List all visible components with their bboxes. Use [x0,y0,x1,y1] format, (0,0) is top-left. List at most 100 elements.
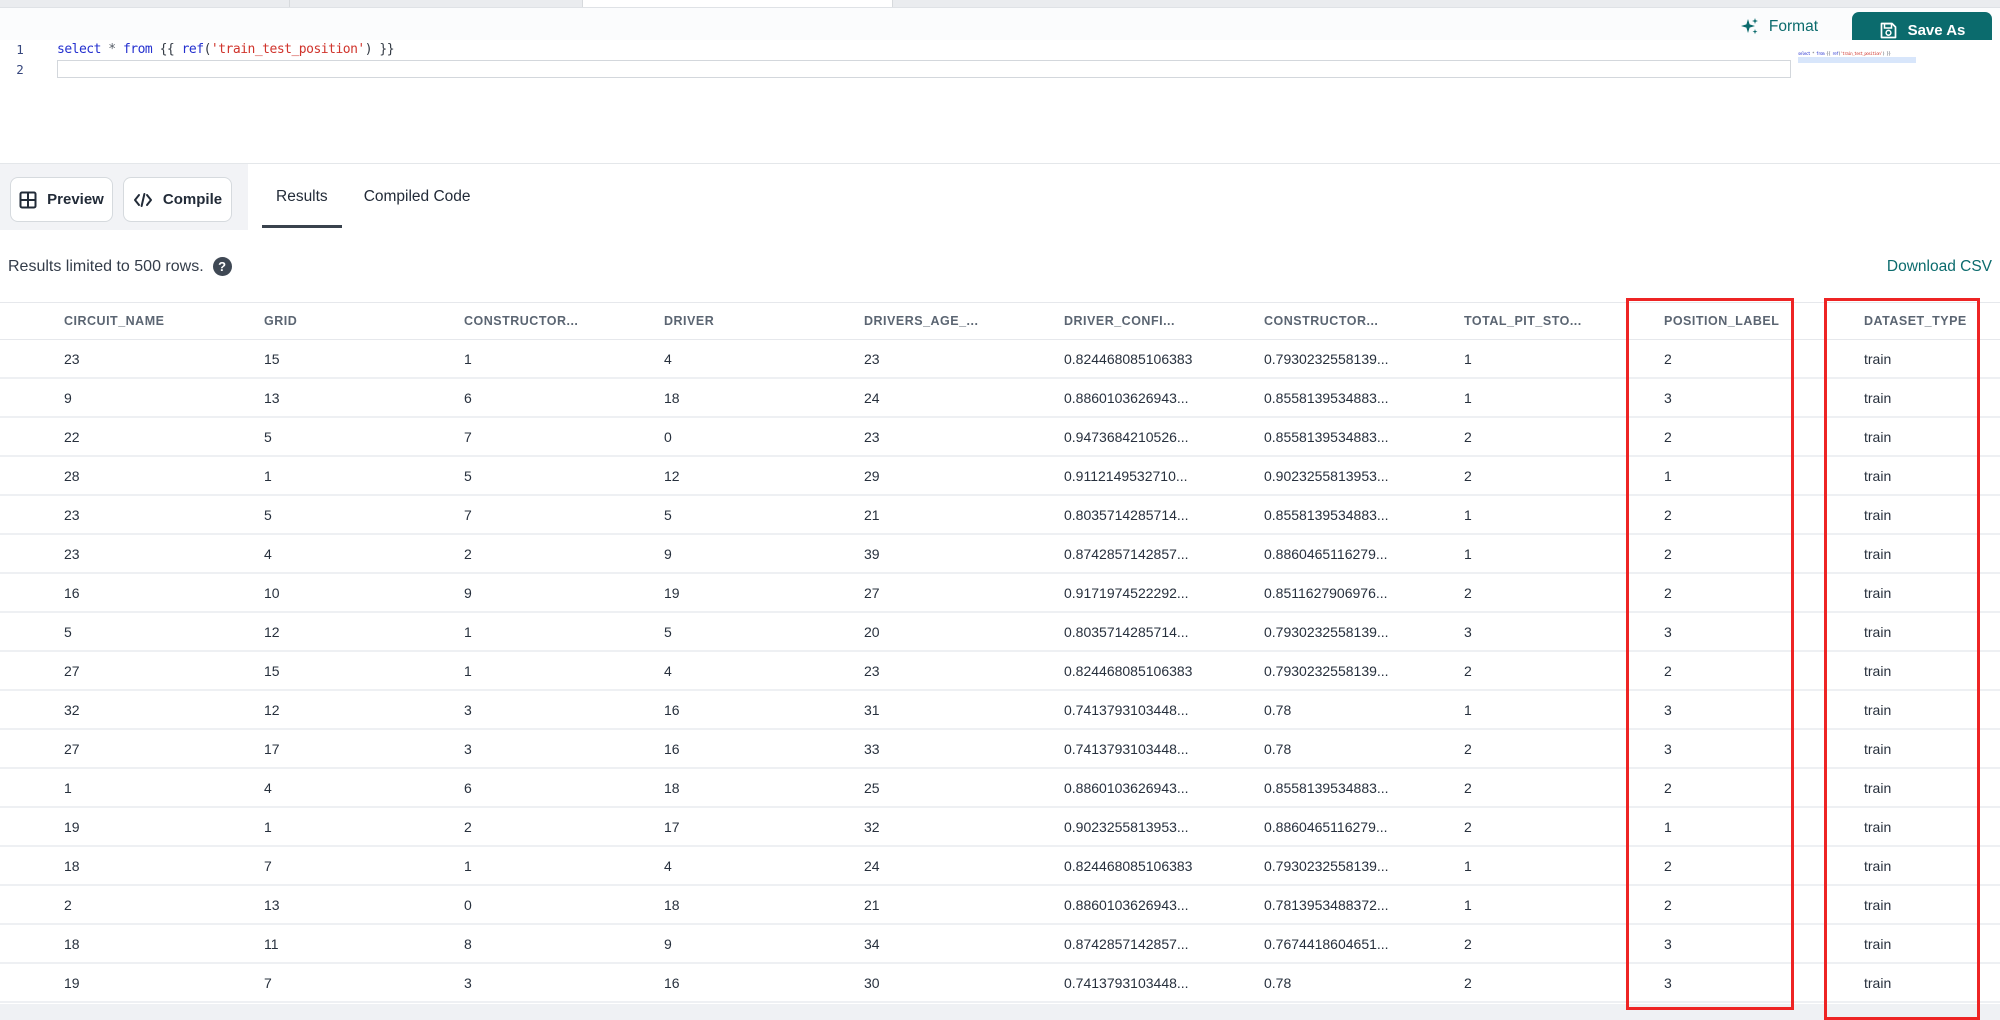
table-cell: 3 [1664,935,1672,952]
table-cell: 13 [264,896,280,913]
table-row: 5 12 1 5 20 0.8035714285714... 0.7930232558139… [0,613,2000,652]
table-cell: 39 [864,545,880,562]
table-body: 23 15 1 4 23 0.824468085106383 0.7930232558139… [0,340,2000,1003]
table-cell: train [1864,779,1892,796]
table-cell: 4 [664,350,672,367]
minimap-viewport[interactable] [1798,57,1916,63]
table-cell: 27 [64,662,80,679]
table-cell: 1 [1464,701,1472,718]
results-tabs: Results Compiled Code [262,164,485,230]
preview-button[interactable]: Preview [10,177,113,222]
table-cell: 23 [864,662,880,679]
table-cell: 0.824468085106383 [1064,857,1193,874]
table-cell: train [1864,818,1892,835]
table-cell: 0.7930232558139... [1264,857,1389,874]
table-cell: 2 [1664,350,1672,367]
column-header: GRID [264,314,298,328]
table-cell: 12 [264,623,280,640]
table-cell: 0.7930232558139... [1264,662,1389,679]
table-cell: 27 [64,740,80,757]
file-tab[interactable] [290,0,583,7]
table-cell: 32 [64,701,80,718]
table-cell: train [1864,584,1892,601]
table-cell: 5 [64,623,72,640]
table-cell: 5 [464,467,472,484]
table-cell: 20 [864,623,880,640]
table-cell: 23 [64,350,80,367]
editor-minimap[interactable]: select * from {{ ref('train_test_positio… [1798,52,1916,63]
table-cell: 9 [664,935,672,952]
results-limit-note: Results limited to 500 rows. ? [8,257,232,276]
tab-compiled-code[interactable]: Compiled Code [350,164,485,230]
table-cell: 16 [664,974,680,991]
table-cell: 4 [664,857,672,874]
table-cell: 5 [264,428,272,445]
table-cell: 18 [664,389,680,406]
table-cell: train [1864,935,1892,952]
table-cell: 24 [864,857,880,874]
table-cell: 0.8860103626943... [1064,896,1189,913]
table-row: 23 15 1 4 23 0.824468085106383 0.7930232558139… [0,340,2000,379]
table-cell: 2 [1664,428,1672,445]
compile-button[interactable]: Compile [123,177,232,222]
table-cell: 0.8558139534883... [1264,506,1389,523]
table-cell: 2 [1664,506,1672,523]
format-button[interactable]: Format [1740,17,1818,37]
save-as-label: Save As [1907,22,1966,39]
table-cell: train [1864,701,1892,718]
table-cell: 0.824468085106383 [1064,350,1193,367]
code-line[interactable]: 1 select * from {{ ref('train_test_positi… [0,40,2000,60]
line-number: 2 [16,61,24,77]
table-cell: 1 [464,857,472,874]
sql-editor[interactable]: 1 select * from {{ ref('train_test_positi… [0,40,2000,163]
minimap-code-line: select * from {{ ref('train_test_positio… [1798,51,1891,56]
table-cell: 9 [664,545,672,562]
code-line[interactable]: 2 [0,60,2000,80]
table-cell: 0.9023255813953... [1064,818,1189,835]
table-cell: 5 [664,623,672,640]
table-cell: 2 [1464,662,1472,679]
table-cell: 13 [264,389,280,406]
table-cell: 0.7413793103448... [1064,701,1189,718]
line-number: 1 [16,42,24,58]
file-tab[interactable] [0,0,290,7]
table-cell: 5 [664,506,672,523]
help-icon[interactable]: ? [212,257,232,276]
table-cell: 7 [264,857,272,874]
table-row: 23 5 7 5 21 0.8035714285714... 0.8558139534883… [0,496,2000,535]
table-cell: train [1864,350,1892,367]
table-cell: 2 [1464,584,1472,601]
file-tab-active[interactable] [583,0,893,7]
sparkle-icon [1740,17,1760,37]
table-cell: 0.8035714285714... [1064,623,1189,640]
table-cell: train [1864,506,1892,523]
table-cell: 16 [664,701,680,718]
column-header: CONSTRUCTOR... [464,314,579,328]
code-text: select * from {{ ref('train_test_positio… [57,41,395,57]
table-cell: 18 [664,779,680,796]
table-cell: 4 [664,662,672,679]
table-cell: 3 [464,974,472,991]
table-cell: 3 [1664,974,1672,991]
table-cell: 1 [1464,857,1472,874]
table-cell: 7 [464,428,472,445]
table-cell: 1 [464,623,472,640]
table-row: 1 4 6 18 25 0.8860103626943... 0.8558139534883… [0,769,2000,808]
download-csv-link[interactable]: Download CSV [1887,258,1992,276]
table-cell: train [1864,623,1892,640]
table-cell: train [1864,857,1892,874]
table-cell: 1 [464,350,472,367]
table-cell: 4 [264,545,272,562]
column-header: DRIVERS_AGE_... [864,314,979,328]
table-cell: 0.78 [1264,974,1292,991]
table-cell: 2 [1464,740,1472,757]
tab-results[interactable]: Results [262,164,342,230]
table-cell: 2 [1464,818,1472,835]
table-cell: 1 [64,779,72,796]
table-cell: 0.78 [1264,701,1292,718]
table-cell: 17 [264,740,280,757]
table-cell: 34 [864,935,880,952]
table-cell: train [1864,545,1892,562]
table-cell: 33 [864,740,880,757]
table-cell: 0.8511627906976... [1264,584,1388,601]
